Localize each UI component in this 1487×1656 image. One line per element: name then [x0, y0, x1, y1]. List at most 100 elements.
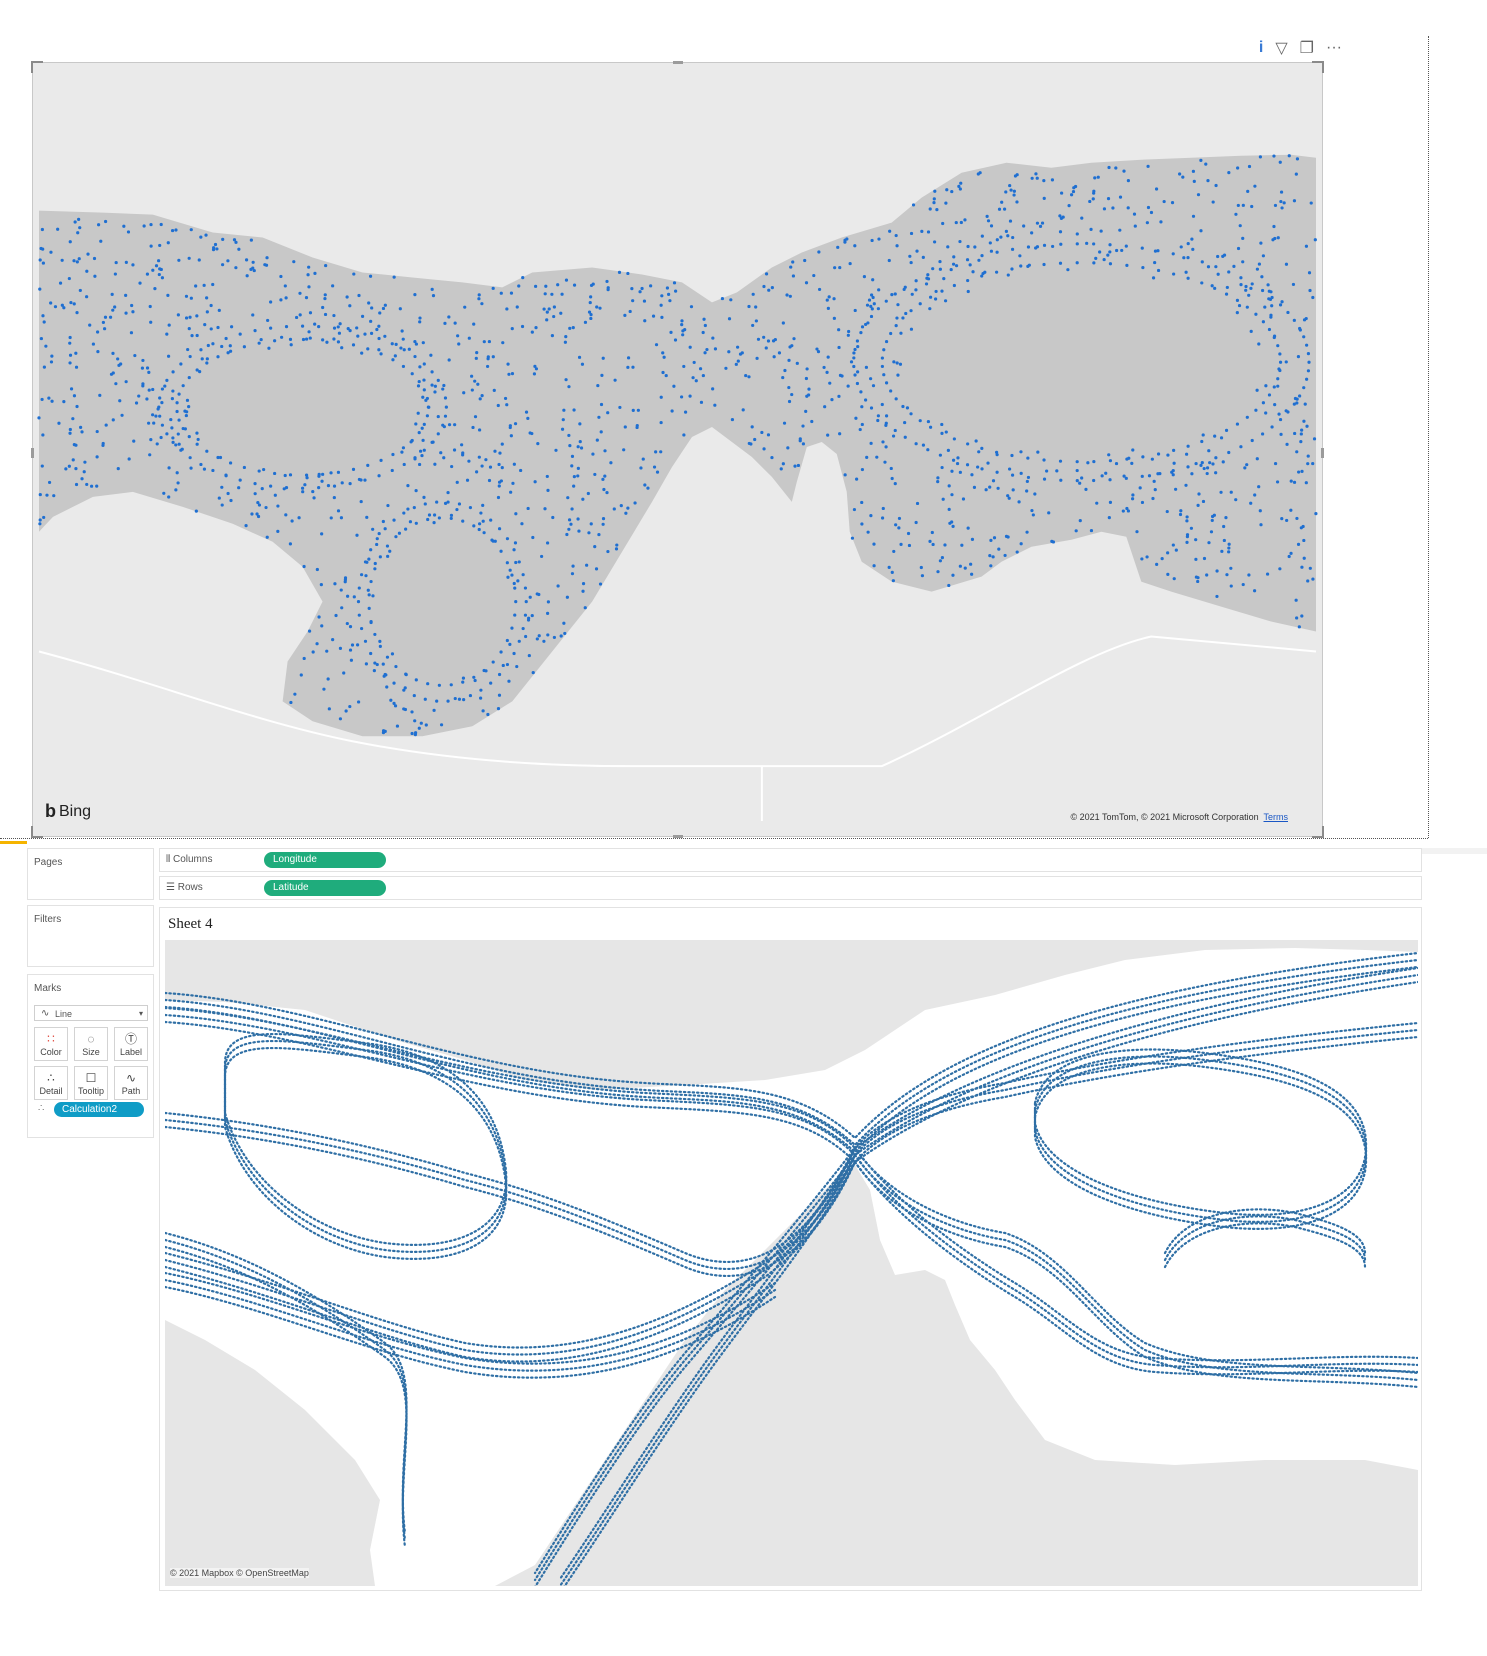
resize-corner-bl[interactable] [31, 826, 43, 838]
pages-card[interactable]: Pages [27, 848, 154, 900]
location-dot [772, 355, 776, 359]
rows-shelf[interactable]: ☰ Rows Latitude [159, 876, 1422, 900]
map-visual[interactable]: b Bing © 2021 TomTom, © 2021 Microsoft C… [31, 61, 1324, 838]
location-dot [113, 305, 117, 309]
location-dot [74, 467, 78, 471]
location-dot [837, 345, 841, 350]
location-dot [1287, 154, 1291, 158]
location-dot [130, 303, 134, 308]
location-dot [1204, 162, 1208, 166]
location-dot [237, 247, 241, 251]
location-dot [926, 230, 931, 234]
calculation2-pill[interactable]: Calculation2 [54, 1102, 144, 1117]
location-dot [566, 496, 570, 500]
location-dot [1096, 175, 1100, 179]
location-dot [889, 466, 893, 471]
location-dot [378, 555, 382, 559]
location-dot [1214, 183, 1218, 188]
location-dot [1229, 584, 1233, 588]
resize-handle-left[interactable] [31, 448, 34, 458]
location-dot [414, 521, 418, 525]
resize-handle-top[interactable] [673, 61, 683, 64]
location-dot [307, 265, 311, 269]
location-dot [965, 463, 970, 467]
location-dot [159, 222, 163, 227]
path-button[interactable]: ∿ Path [114, 1066, 148, 1100]
label-button[interactable]: Ⓣ Label [114, 1027, 148, 1061]
location-dot [576, 474, 580, 478]
filter-icon[interactable]: ▽ [1275, 38, 1287, 58]
location-dot [226, 491, 230, 496]
location-dot [488, 465, 493, 469]
location-dot [577, 529, 581, 533]
location-dot [1033, 492, 1037, 496]
location-dot [597, 532, 601, 537]
resize-corner-br[interactable] [1312, 826, 1324, 838]
location-dot [633, 501, 637, 505]
location-dot [864, 398, 868, 402]
mark-type-dropdown[interactable]: ∿ Line ▾ [34, 1005, 148, 1021]
location-dot [832, 297, 836, 301]
location-dot [1307, 360, 1311, 364]
location-dot [804, 409, 808, 413]
resize-corner-tl[interactable] [31, 61, 43, 73]
more-options-icon[interactable]: ··· [1326, 39, 1342, 57]
location-dot [711, 336, 715, 340]
location-dot [562, 408, 566, 412]
location-dot [159, 435, 163, 440]
location-dot [1171, 543, 1175, 547]
location-dot [1211, 200, 1215, 204]
location-dot [893, 428, 897, 433]
location-dot [958, 470, 962, 474]
location-dot [482, 531, 486, 535]
location-dot [1279, 190, 1284, 194]
info-icon[interactable]: i [1259, 39, 1263, 57]
color-button[interactable]: ∷ Color [34, 1027, 68, 1061]
location-dot [543, 292, 547, 296]
location-dot [1279, 199, 1283, 204]
terms-link[interactable]: Terms [1264, 812, 1289, 822]
location-dot [436, 432, 440, 436]
location-dot [1094, 256, 1098, 260]
location-dot [985, 214, 989, 218]
location-dot [1196, 503, 1200, 507]
bing-map[interactable] [33, 63, 1322, 836]
location-dot [564, 378, 568, 382]
location-dot [651, 314, 656, 318]
location-dot [1227, 171, 1231, 175]
location-dot [926, 419, 931, 424]
tableau-map[interactable] [165, 940, 1418, 1586]
location-dot [357, 613, 361, 617]
location-dot [171, 440, 175, 444]
resize-corner-tr[interactable] [1312, 61, 1324, 73]
focus-mode-icon[interactable]: ❐ [1300, 38, 1314, 58]
location-dot [364, 662, 368, 666]
location-dot [552, 635, 556, 640]
location-dot [1305, 343, 1309, 347]
latitude-pill[interactable]: Latitude [264, 880, 386, 896]
filters-card[interactable]: Filters [27, 905, 154, 967]
location-dot [184, 294, 189, 298]
longitude-pill[interactable]: Longitude [264, 852, 386, 868]
location-dot [331, 638, 335, 642]
location-dot [114, 382, 118, 386]
location-dot [242, 345, 246, 349]
tooltip-button[interactable]: ☐ Tooltip [74, 1066, 108, 1100]
location-dot [1172, 272, 1176, 276]
location-dot [1159, 220, 1163, 224]
location-dot [141, 384, 145, 388]
location-dot [928, 307, 932, 311]
location-dot [1031, 513, 1035, 517]
columns-shelf[interactable]: ⫴ Columns Longitude [159, 848, 1422, 872]
location-dot [372, 669, 376, 673]
location-dot [1269, 290, 1273, 294]
resize-handle-right[interactable] [1321, 448, 1324, 458]
location-dot [804, 376, 808, 381]
location-dot [510, 573, 514, 577]
location-dot [489, 518, 493, 522]
detail-button[interactable]: ∴ Detail [34, 1066, 68, 1100]
location-dot [477, 297, 481, 301]
map-attribution: © 2021 TomTom, © 2021 Microsoft Corporat… [1070, 812, 1288, 822]
location-dot [1042, 196, 1046, 200]
size-button[interactable]: ◌ Size [74, 1027, 108, 1061]
